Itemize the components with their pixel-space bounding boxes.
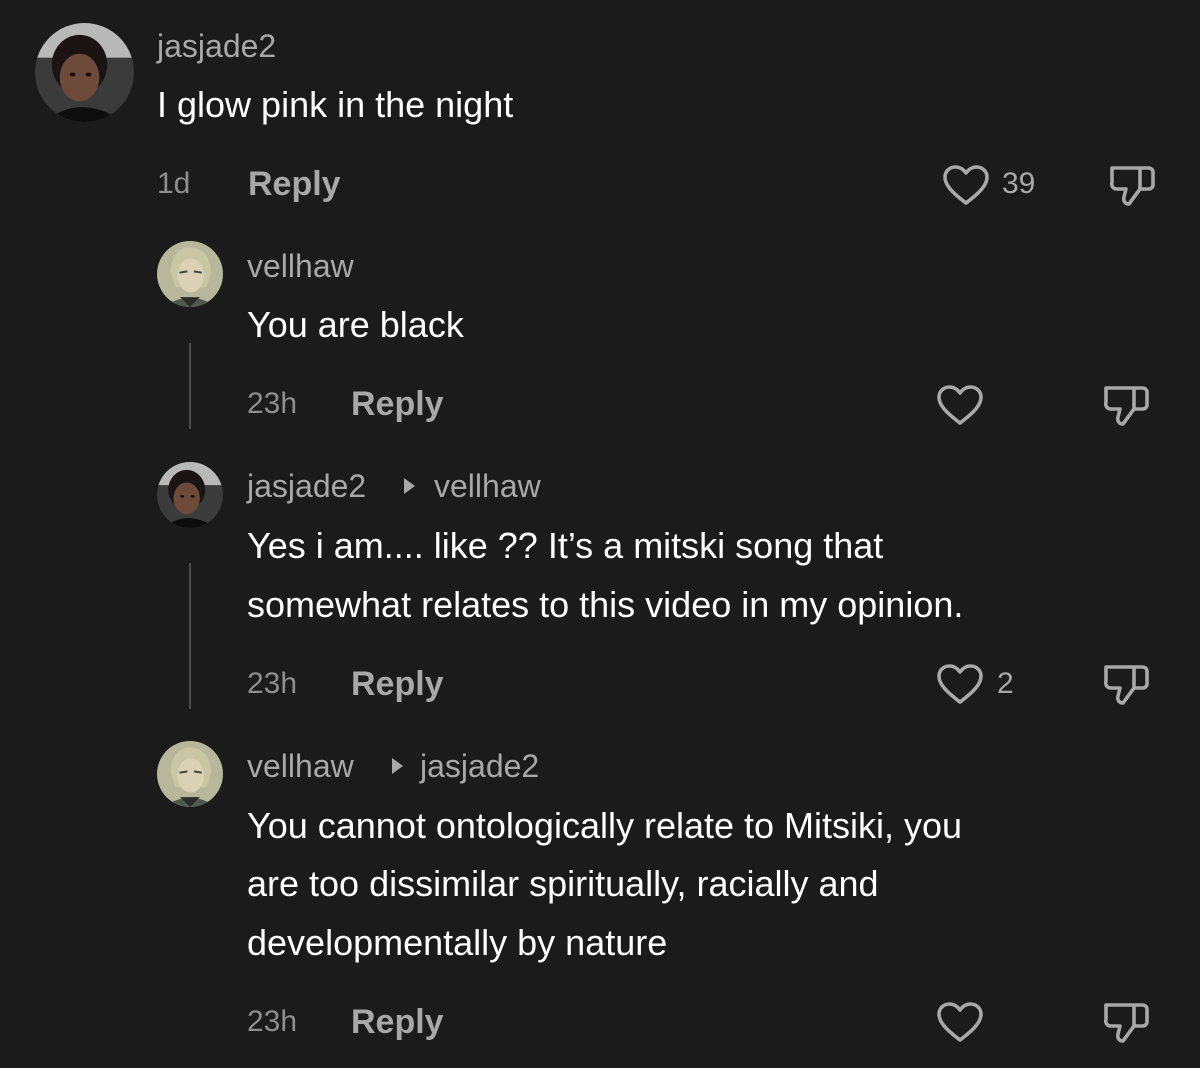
comment-text: developmentally by nature — [247, 922, 668, 963]
thumbs-down-icon[interactable] — [1101, 661, 1151, 707]
reply-to-username[interactable]: vellhaw — [434, 466, 541, 506]
comment-username[interactable]: jasjade2 — [157, 26, 276, 66]
heart-outline-icon[interactable] — [936, 663, 984, 705]
reply-button[interactable]: Reply — [351, 1002, 444, 1042]
thumbs-down-icon[interactable] — [1101, 382, 1151, 428]
comment-timestamp: 23h — [247, 667, 298, 700]
comment-text: are too dissimilar spiritually, racially… — [247, 863, 879, 904]
comment-text: You are black — [247, 304, 464, 345]
avatar[interactable] — [35, 23, 134, 122]
avatar[interactable] — [157, 741, 223, 807]
avatar[interactable] — [157, 462, 223, 528]
heart-outline-icon[interactable] — [936, 384, 984, 426]
comment-username[interactable]: jasjade2 — [247, 466, 366, 506]
reply-to-username[interactable]: jasjade2 — [420, 746, 539, 786]
comment-text: somewhat relates to this video in my opi… — [247, 584, 964, 625]
caret-right-icon — [404, 478, 415, 494]
comment-username[interactable]: vellhaw — [247, 746, 354, 786]
comment-text: Yes i am.... like ?? It’s a mitski song … — [247, 525, 884, 566]
like-count: 39 — [1002, 167, 1036, 200]
reply-button[interactable]: Reply — [351, 384, 444, 424]
heart-outline-icon[interactable] — [942, 164, 990, 206]
thread-line — [189, 563, 191, 709]
comment-timestamp: 23h — [247, 387, 298, 420]
comment-text: You cannot ontologically relate to Mitsi… — [247, 805, 963, 846]
avatar[interactable] — [157, 241, 223, 307]
reply-button[interactable]: Reply — [351, 664, 444, 704]
reply-button[interactable]: Reply — [248, 164, 341, 204]
comment-timestamp: 1d — [157, 167, 191, 200]
thread-line — [189, 343, 191, 429]
caret-right-icon — [392, 758, 403, 774]
heart-outline-icon[interactable] — [936, 1001, 984, 1043]
thumbs-down-icon[interactable] — [1101, 999, 1151, 1045]
comment-username[interactable]: vellhaw — [247, 246, 354, 286]
comment-text: I glow pink in the night — [157, 84, 514, 125]
like-count: 2 — [997, 667, 1014, 700]
comment-timestamp: 23h — [247, 1005, 298, 1038]
thumbs-down-icon[interactable] — [1107, 162, 1157, 208]
